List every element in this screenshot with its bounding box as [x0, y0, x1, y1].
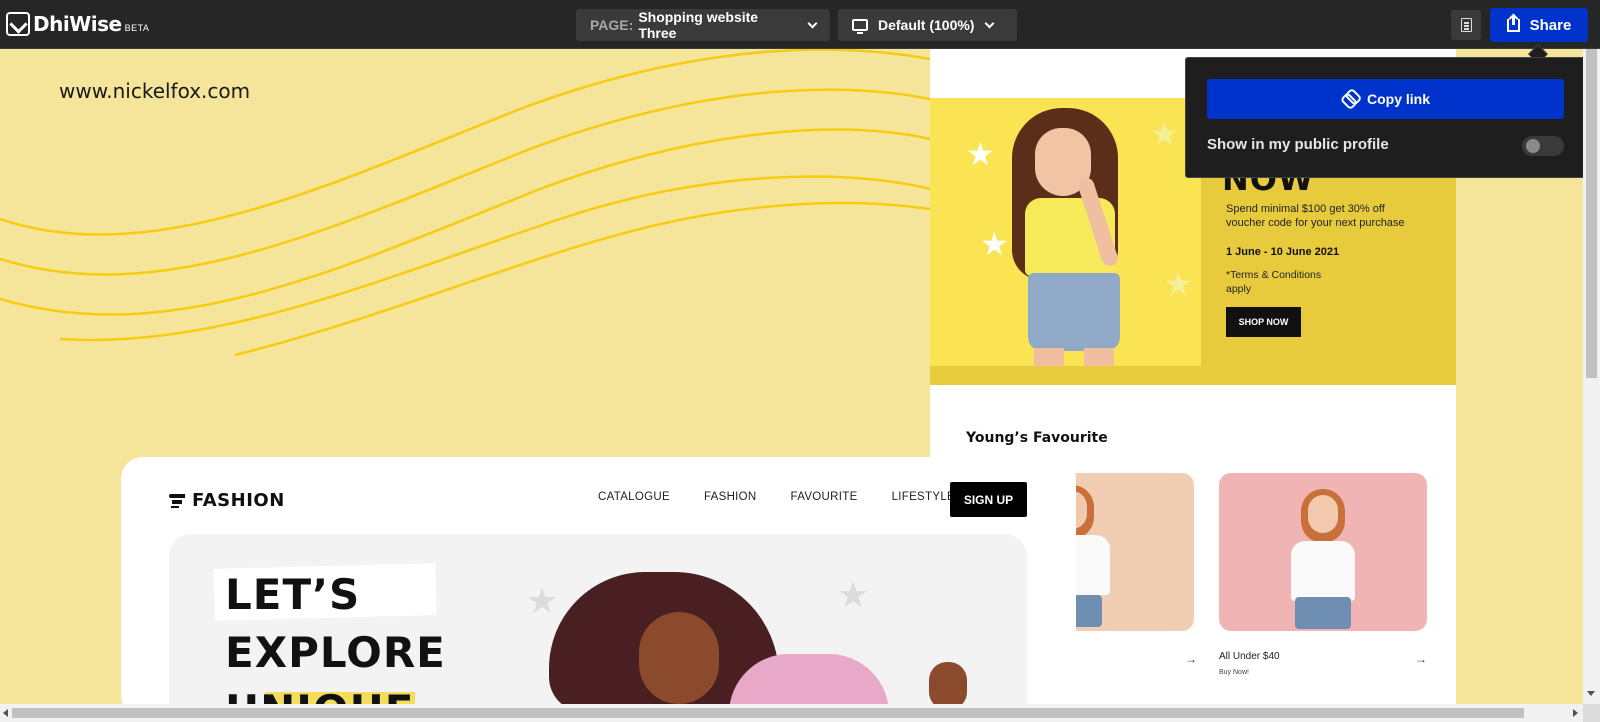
document-icon	[1460, 18, 1472, 32]
nav-fashion[interactable]: FASHION	[704, 491, 757, 503]
model-shorts	[1028, 273, 1120, 351]
vertical-scroll-thumb[interactable]	[1586, 49, 1597, 378]
scrollbar-corner	[1583, 704, 1600, 722]
page-name: Shopping website Three	[638, 9, 759, 41]
product-label: All Under $40	[1219, 651, 1280, 662]
model-leg	[1084, 348, 1114, 366]
chevron-down-icon	[807, 18, 818, 28]
scroll-down-arrow-icon[interactable]	[1587, 691, 1595, 696]
share-label: Share	[1529, 16, 1572, 34]
page-preview-fashion: FASHION CATALOGUE FASHION FAVOURITE LIFE…	[121, 457, 1076, 704]
nav-catalogue[interactable]: CATALOGUE	[598, 491, 670, 503]
star-icon: ★	[1150, 116, 1179, 152]
public-profile-label: Show in my public profile	[1207, 136, 1389, 153]
hero-model-face	[639, 612, 719, 704]
beta-badge: BETA	[124, 23, 150, 33]
promo-photo: ★ ★ ★ ★	[930, 98, 1201, 366]
star-icon: ★	[980, 226, 1009, 262]
promo-terms: *Terms & Conditions apply	[1226, 269, 1322, 295]
top-toolbar: DhiWise BETA PAGE: Shopping website Thre…	[0, 0, 1600, 49]
arrow-right-icon[interactable]: →	[1415, 652, 1427, 666]
promo-description: Spend minimal $100 get 30% off voucher c…	[1226, 203, 1405, 229]
product-sublabel: Buy Now!	[1219, 669, 1249, 676]
page-selector[interactable]: PAGE: Shopping website Three	[576, 9, 830, 41]
hero-section: LET’S EXPLORE UNIQUE ★ ★	[169, 534, 1027, 704]
scroll-right-arrow-icon[interactable]	[1573, 709, 1578, 717]
dhiwise-logo[interactable]: DhiWise BETA	[6, 12, 149, 36]
scroll-left-arrow-icon[interactable]	[3, 709, 8, 717]
monitor-icon	[852, 19, 868, 34]
brand-name: FASHION	[192, 490, 285, 511]
shop-now-button[interactable]: SHOP NOW	[1226, 307, 1301, 337]
copy-link-label: Copy link	[1366, 91, 1430, 107]
hero-model-hand	[929, 662, 967, 704]
copy-link-button[interactable]: Copy link	[1207, 79, 1564, 119]
fashion-brand: FASHION	[169, 490, 285, 511]
share-popover: Copy link Show in my public profile	[1185, 57, 1588, 178]
logo-text: DhiWise	[33, 12, 122, 36]
horizontal-scrollbar[interactable]	[0, 704, 1583, 722]
hero-line-3: UNIQUE	[225, 686, 414, 704]
site-url: www.nickelfox.com	[59, 79, 251, 103]
arrow-right-icon[interactable]: →	[1185, 652, 1197, 666]
signup-button[interactable]: SIGN UP	[950, 482, 1027, 517]
chevron-down-icon	[985, 18, 995, 28]
document-button[interactable]	[1451, 10, 1481, 40]
star-icon: ★	[966, 136, 995, 172]
public-profile-toggle[interactable]	[1522, 136, 1564, 156]
nav-lifestyle[interactable]: LIFESTYLE	[892, 491, 955, 503]
model-leg	[1034, 348, 1064, 366]
brand-logo-icon	[169, 493, 185, 508]
hero-line-1: LET’S	[225, 570, 361, 619]
device-selector[interactable]: Default (100%)	[838, 9, 1017, 41]
share-button[interactable]: Share	[1490, 8, 1588, 42]
favourites-title: Young’s Favourite	[966, 430, 1108, 446]
page-prefix: PAGE:	[590, 17, 634, 33]
device-label: Default (100%)	[878, 17, 975, 33]
promo-dates: 1 June - 10 June 2021	[1226, 246, 1340, 258]
vertical-scrollbar[interactable]	[1583, 49, 1600, 704]
model-top	[1291, 541, 1355, 601]
toggle-knob	[1526, 139, 1540, 153]
product-card[interactable]	[1219, 473, 1427, 631]
star-icon: ★	[1164, 266, 1193, 302]
star-icon: ★	[526, 580, 559, 621]
upload-icon	[1506, 14, 1520, 32]
model-jeans	[1295, 597, 1351, 629]
hero-line-2: EXPLORE	[225, 628, 446, 677]
star-icon: ★	[837, 574, 870, 615]
link-icon	[1338, 88, 1361, 111]
model-face	[1308, 495, 1338, 533]
fashion-nav: CATALOGUE FASHION FAVOURITE LIFESTYLE	[598, 491, 955, 503]
nav-favourite[interactable]: FAVOURITE	[791, 491, 858, 503]
horizontal-scroll-thumb[interactable]	[12, 708, 1524, 718]
dhiwise-logo-icon	[6, 12, 30, 36]
